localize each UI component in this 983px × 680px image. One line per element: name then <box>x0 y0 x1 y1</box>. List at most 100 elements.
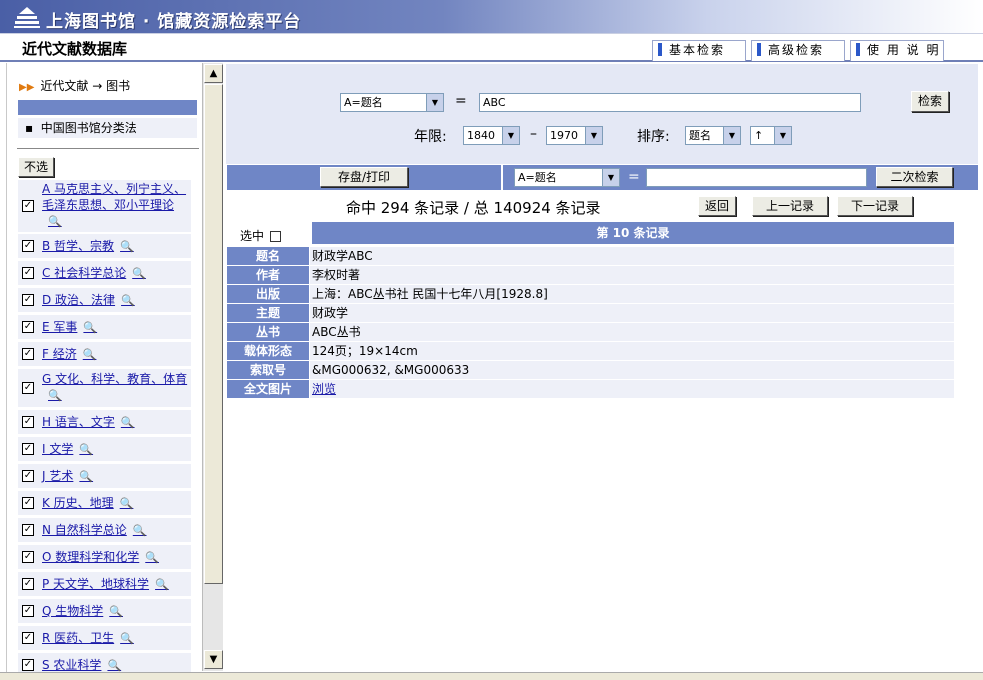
sidebar-scrollbar[interactable]: ▲ ▼ <box>202 63 223 671</box>
sidebar: ▶▶ 近代文献 → 图书 ▪ 中国图书馆分类法 不选 ✓ A 马克思主义、列宁主义… <box>6 63 202 673</box>
category-item[interactable]: ✓ H 语言、文字 🔍 <box>18 410 191 434</box>
year-to-select[interactable]: 1970 ▼ <box>546 126 603 145</box>
hit-count: 命中 294 条记录 / 总 140924 条记录 <box>346 199 601 217</box>
magnifier-icon[interactable]: 🔍 <box>120 632 134 645</box>
chevron-down-icon: ▼ <box>426 94 443 111</box>
magnifier-icon[interactable]: 🔍 <box>79 470 93 483</box>
category-item[interactable]: ✓ D 政治、法律 🔍 <box>18 288 191 312</box>
double-arrow-icon: ▶▶ <box>19 82 35 93</box>
search-input[interactable]: ABC <box>479 93 861 112</box>
magnifier-icon[interactable]: 🔍 <box>132 267 146 280</box>
save-print-button[interactable]: 存盘/打印 <box>320 167 408 187</box>
category-item[interactable]: ✓ Q 生物科学 🔍 <box>18 599 191 623</box>
checkbox[interactable]: ✓ <box>22 416 34 428</box>
magnifier-icon[interactable]: 🔍 <box>83 348 97 361</box>
magnifier-icon[interactable]: 🔍 <box>133 524 147 537</box>
search-button[interactable]: 检索 <box>911 91 949 112</box>
checkbox[interactable]: ✓ <box>22 524 34 536</box>
secondary-search-button[interactable]: 二次检索 <box>876 167 953 187</box>
magnifier-icon[interactable]: 🔍 <box>83 321 97 334</box>
scroll-thumb[interactable] <box>204 84 223 584</box>
tab-marker-icon <box>757 43 761 56</box>
sort-field-select[interactable]: 题名 ▼ <box>685 126 741 145</box>
chevron-down-icon: ▼ <box>774 127 791 144</box>
magnifier-icon[interactable]: 🔍 <box>120 240 134 253</box>
equals-label: = <box>455 93 467 109</box>
deselect-button[interactable]: 不选 <box>18 157 54 177</box>
record-header: 第 10 条记录 <box>312 222 954 244</box>
chevron-down-icon: ▼ <box>585 127 602 144</box>
status-bar <box>0 672 983 680</box>
browse-fulltext-link[interactable]: 浏览 <box>310 380 954 398</box>
scroll-down-icon[interactable]: ▼ <box>204 650 223 669</box>
magnifier-icon[interactable]: 🔍 <box>48 215 62 228</box>
category-item[interactable]: ✓ F 经济 🔍 <box>18 342 191 366</box>
checkbox[interactable]: ✓ <box>22 551 34 563</box>
year-from-select[interactable]: 1840 ▼ <box>463 126 520 145</box>
category-item[interactable]: ✓ R 医药、卫生 🔍 <box>18 626 191 650</box>
checkbox[interactable]: ✓ <box>22 240 34 252</box>
checkbox[interactable]: ✓ <box>22 294 34 306</box>
category-item[interactable]: ✓ G 文化、科学、教育、体育🔍 <box>18 369 191 407</box>
field-select[interactable]: A=题名 ▼ <box>340 93 444 112</box>
category-item[interactable]: ✓ C 社会科学总论 🔍 <box>18 261 191 285</box>
secondary-search-input[interactable] <box>646 168 867 187</box>
breadcrumb: ▶▶ 近代文献 → 图书 <box>19 79 131 93</box>
category-item[interactable]: ✓ S 农业科学 🔍 <box>18 653 191 673</box>
magnifier-icon[interactable]: 🔍 <box>120 497 134 510</box>
checkbox[interactable]: ✓ <box>22 497 34 509</box>
library-logo-icon <box>14 7 40 28</box>
category-item[interactable]: ✓ P 天文学、地球科学 🔍 <box>18 572 191 596</box>
sort-direction-select[interactable]: ↑ ▼ <box>750 126 792 145</box>
category-item[interactable]: ✓ O 数理科学和化学 🔍 <box>18 545 191 569</box>
year-label: 年限: <box>414 129 447 145</box>
category-item[interactable]: ✓ I 文学 🔍 <box>18 437 191 461</box>
dash-label: – <box>530 126 537 142</box>
prev-record-button[interactable]: 上一记录 <box>752 196 828 216</box>
sort-label: 排序: <box>637 129 670 145</box>
secondary-field-select[interactable]: A=题名 ▼ <box>514 168 620 187</box>
checkbox[interactable]: ✓ <box>22 321 34 333</box>
table-row: 全文图片 浏览 <box>227 380 954 398</box>
checkbox[interactable] <box>270 231 282 242</box>
category-item[interactable]: ✓ B 哲学、宗教 🔍 <box>18 234 191 258</box>
next-record-button[interactable]: 下一记录 <box>837 196 913 216</box>
category-item[interactable]: ✓ A 马克思主义、列宁主义、毛泽东思想、邓小平理论🔍 <box>18 180 191 232</box>
checkbox[interactable]: ✓ <box>22 382 34 394</box>
checkbox[interactable]: ✓ <box>22 267 34 279</box>
magnifier-icon[interactable]: 🔍 <box>107 659 121 672</box>
table-row: 索取号 &MG000632, &MG000633 <box>227 361 954 379</box>
magnifier-icon[interactable]: 🔍 <box>155 578 169 591</box>
magnifier-icon[interactable]: 🔍 <box>121 416 135 429</box>
tab-marker-icon <box>856 43 860 56</box>
magnifier-icon[interactable]: 🔍 <box>145 551 159 564</box>
category-item[interactable]: ✓ E 军事 🔍 <box>18 315 191 339</box>
magnifier-icon[interactable]: 🔍 <box>121 294 135 307</box>
tab-advanced-search[interactable]: 高级检索 <box>751 40 845 61</box>
category-item[interactable]: ✓ J 艺术 🔍 <box>18 464 191 488</box>
scroll-up-icon[interactable]: ▲ <box>204 64 223 83</box>
back-button[interactable]: 返回 <box>698 196 736 216</box>
checkbox[interactable]: ✓ <box>22 632 34 644</box>
checkbox[interactable]: ✓ <box>22 200 34 212</box>
table-row: 载体形态 124页；19×14cm <box>227 342 954 360</box>
checkbox[interactable]: ✓ <box>22 605 34 617</box>
magnifier-icon[interactable]: 🔍 <box>48 389 62 402</box>
select-record[interactable]: 选中 <box>240 227 282 244</box>
checkbox[interactable]: ✓ <box>22 443 34 455</box>
magnifier-icon[interactable]: 🔍 <box>79 443 93 456</box>
category-item[interactable]: ✓ N 自然科学总论 🔍 <box>18 518 191 542</box>
magnifier-icon[interactable]: 🔍 <box>109 605 123 618</box>
table-row: 作者 李权时著 <box>227 266 954 284</box>
checkbox[interactable]: ✓ <box>22 578 34 590</box>
table-row: 题名 财政学ABC <box>227 247 954 265</box>
category-item[interactable]: ✓ K 历史、地理 🔍 <box>18 491 191 515</box>
tab-help[interactable]: 使 用 说 明 <box>850 40 944 61</box>
checkbox[interactable]: ✓ <box>22 348 34 360</box>
tab-basic-search[interactable]: 基本检索 <box>652 40 746 61</box>
checkbox[interactable]: ✓ <box>22 659 34 671</box>
top-banner: 上海图书馆 · 馆藏资源检索平台 <box>0 0 983 34</box>
checkbox[interactable]: ✓ <box>22 470 34 482</box>
chevron-down-icon: ▼ <box>602 169 619 186</box>
divider <box>17 148 199 149</box>
